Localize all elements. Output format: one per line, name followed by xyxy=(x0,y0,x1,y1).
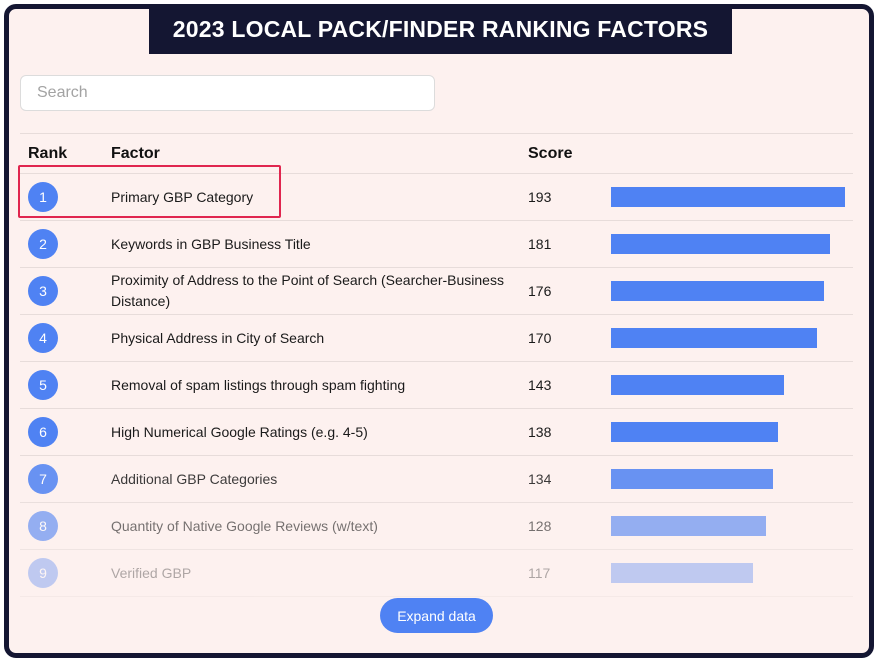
rank-badge: 7 xyxy=(28,464,58,494)
score-bar xyxy=(611,375,784,395)
score-bar-track xyxy=(611,187,845,207)
score-bar xyxy=(611,328,817,348)
score-value: 128 xyxy=(528,518,552,534)
highlight-box xyxy=(18,165,281,218)
score-value: 176 xyxy=(528,283,552,299)
table-row[interactable]: 3 Proximity of Address to the Point of Se… xyxy=(20,268,853,315)
rank-badge: 9 xyxy=(28,558,58,588)
score-bar-track xyxy=(611,563,845,583)
score-bar-track xyxy=(611,422,845,442)
factor-name: Additional GBP Categories xyxy=(111,470,278,487)
score-bar-track xyxy=(611,281,845,301)
table-row[interactable]: 9 Verified GBP 117 xyxy=(20,550,853,597)
score-value: 143 xyxy=(528,377,552,393)
score-bar xyxy=(611,187,845,207)
score-bar xyxy=(611,234,830,254)
score-value: 181 xyxy=(528,236,552,252)
rank-badge: 2 xyxy=(28,229,58,259)
score-bar-track xyxy=(611,375,845,395)
factor-name: Verified GBP xyxy=(111,564,192,581)
table-row[interactable]: 6 High Numerical Google Ratings (e.g. 4-5… xyxy=(20,409,853,456)
expand-data-button[interactable]: Expand data xyxy=(380,598,493,633)
table-row[interactable]: 8 Quantity of Native Google Reviews (w/te… xyxy=(20,503,853,550)
page-title: 2023 LOCAL PACK/FINDER RANKING FACTORS xyxy=(149,9,732,54)
factor-name: High Numerical Google Ratings (e.g. 4-5) xyxy=(111,423,368,440)
rank-badge: 5 xyxy=(28,370,58,400)
factor-name: Proximity of Address to the Point of Sea… xyxy=(111,272,504,309)
score-value: 117 xyxy=(528,565,551,581)
score-bar xyxy=(611,281,824,301)
factor-name: Removal of spam listings through spam fi… xyxy=(111,376,406,393)
table-row[interactable]: 7 Additional GBP Categories 134 xyxy=(20,456,853,503)
score-bar-track xyxy=(611,234,845,254)
score-value: 138 xyxy=(528,424,552,440)
rank-badge: 4 xyxy=(28,323,58,353)
score-bar xyxy=(611,516,766,536)
rank-badge: 6 xyxy=(28,417,58,447)
score-value: 134 xyxy=(528,471,552,487)
column-header-rank[interactable]: Rank xyxy=(28,145,67,163)
score-bar-track xyxy=(611,328,845,348)
rank-badge: 3 xyxy=(28,276,58,306)
score-bar xyxy=(611,422,778,442)
ranking-factors-panel: 2023 LOCAL PACK/FINDER RANKING FACTORS R… xyxy=(4,4,874,658)
table-row[interactable]: 2 Keywords in GBP Business Title 181 xyxy=(20,221,853,268)
score-bar-track xyxy=(611,516,845,536)
score-bar xyxy=(611,563,753,583)
score-bar-track xyxy=(611,469,845,489)
rank-badge: 8 xyxy=(28,511,58,541)
score-value: 170 xyxy=(528,330,552,346)
factor-name: Physical Address in City of Search xyxy=(111,329,325,346)
table-row[interactable]: 4 Physical Address in City of Search 170 xyxy=(20,315,853,362)
table-row[interactable]: 5 Removal of spam listings through spam f… xyxy=(20,362,853,409)
search-input[interactable] xyxy=(20,75,435,111)
column-header-factor[interactable]: Factor xyxy=(111,145,160,163)
score-value: 193 xyxy=(528,189,552,205)
score-bar xyxy=(611,469,773,489)
column-header-score[interactable]: Score xyxy=(528,145,572,163)
factor-name: Keywords in GBP Business Title xyxy=(111,235,311,252)
factor-name: Quantity of Native Google Reviews (w/tex… xyxy=(111,517,378,534)
